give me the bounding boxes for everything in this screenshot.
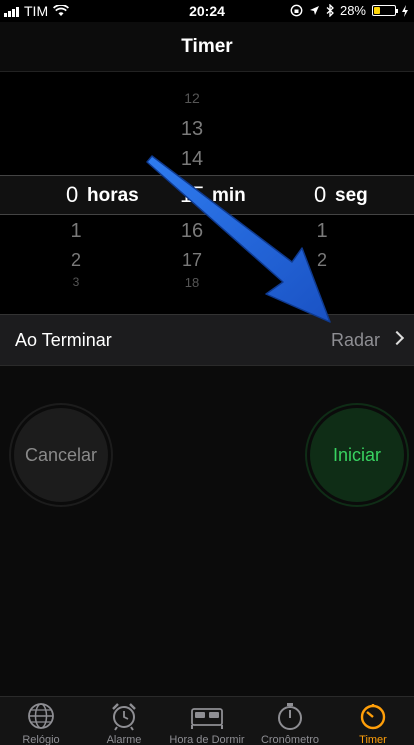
minutes-value[interactable]: 15 bbox=[180, 182, 204, 208]
battery-icon bbox=[372, 5, 398, 16]
seconds-unit: seg bbox=[335, 185, 368, 206]
page-title: Timer bbox=[181, 35, 233, 57]
minute-option[interactable]: 17 bbox=[162, 250, 222, 271]
minute-option[interactable]: 14 bbox=[162, 148, 222, 171]
seconds-value[interactable]: 0 bbox=[314, 182, 326, 208]
hours-value[interactable]: 0 bbox=[66, 182, 78, 208]
tab-world-clock[interactable]: Relógio bbox=[0, 701, 82, 745]
nav-bar: Timer bbox=[0, 22, 414, 72]
location-icon bbox=[309, 6, 319, 15]
ringtone-value: Radar bbox=[330, 329, 380, 350]
tab-bedtime[interactable]: Hora de Dormir bbox=[166, 701, 248, 745]
battery-percent: 28% bbox=[339, 3, 366, 18]
hour-option[interactable]: 2 bbox=[46, 250, 106, 271]
tab-alarm[interactable]: Alarme bbox=[83, 701, 165, 745]
hours-unit: horas bbox=[87, 185, 139, 206]
status-icons: 28% bbox=[290, 3, 408, 18]
tab-stopwatch[interactable]: Cronômetro bbox=[249, 701, 331, 745]
charging-icon bbox=[402, 4, 408, 17]
second-option[interactable]: 1 bbox=[292, 220, 352, 243]
cancel-button[interactable]: Cancelar bbox=[14, 408, 108, 502]
minute-option[interactable]: 12 bbox=[162, 90, 222, 106]
bluetooth-icon bbox=[326, 4, 334, 17]
minute-option[interactable]: 18 bbox=[162, 275, 222, 290]
tab-label: Hora de Dormir bbox=[169, 734, 245, 745]
tab-label: Alarme bbox=[106, 734, 142, 745]
timer-controls: Cancelar Iniciar bbox=[0, 366, 414, 696]
stopwatch-icon bbox=[278, 703, 302, 730]
minute-option[interactable]: 13 bbox=[162, 118, 222, 141]
minute-option[interactable]: 16 bbox=[162, 220, 222, 243]
tab-label: Timer bbox=[359, 734, 387, 745]
hour-option[interactable]: 3 bbox=[46, 275, 106, 289]
tab-timer[interactable]: Timer bbox=[332, 701, 414, 745]
tab-label: Cronômetro bbox=[260, 734, 320, 745]
minutes-unit: min bbox=[212, 185, 246, 206]
start-button[interactable]: Iniciar bbox=[310, 408, 404, 502]
when-timer-ends-row[interactable]: Ao Terminar Radar bbox=[0, 314, 414, 366]
bed-icon bbox=[191, 708, 223, 729]
hour-option[interactable]: 1 bbox=[46, 220, 106, 243]
status-bar: TIM 20:24 28% bbox=[0, 0, 414, 22]
time-picker[interactable]: 12 13 14 0 horas 15 min 0 seg 1 2 3 16 1… bbox=[0, 72, 414, 314]
tab-bar: Relógio Alarme Hora de Dormir Cronômetro bbox=[0, 696, 414, 745]
tab-label: Relógio bbox=[22, 734, 60, 745]
second-option[interactable]: 2 bbox=[292, 250, 352, 271]
rotation-lock-icon bbox=[290, 4, 303, 17]
timer-icon bbox=[360, 704, 386, 730]
when-timer-ends-label: Ao Terminar bbox=[15, 329, 112, 350]
globe-icon bbox=[28, 703, 54, 729]
chevron-right-icon bbox=[389, 330, 405, 346]
alarm-clock-icon bbox=[112, 703, 136, 731]
